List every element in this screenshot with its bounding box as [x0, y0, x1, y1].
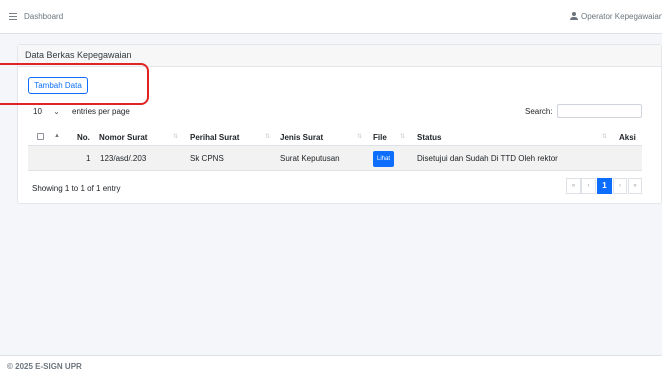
add-data-button[interactable]: Tambah Data	[28, 77, 88, 94]
sort-icon[interactable]: ⇅	[400, 133, 405, 140]
search-input[interactable]	[557, 104, 642, 118]
col-jenis-surat[interactable]: Jenis Surat	[280, 133, 323, 142]
footer: © 2025 E-SIGN UPR	[0, 355, 662, 376]
page-length-value: 10	[33, 107, 42, 116]
select-all-checkbox[interactable]	[37, 133, 44, 140]
col-aksi[interactable]: Aksi	[619, 133, 636, 142]
sort-icon[interactable]: ▲	[54, 133, 60, 139]
col-no[interactable]: No.	[77, 133, 90, 142]
chevron-down-icon: ⌄	[53, 107, 60, 116]
user-icon	[570, 12, 578, 20]
table-header: ▲ No. Nomor Surat ⇅ Perihal Surat ⇅ Jeni…	[28, 128, 642, 146]
cell-jenis: Surat Keputusan	[280, 154, 340, 163]
sort-icon[interactable]: ⇅	[265, 133, 270, 140]
pagination-page-1[interactable]: 1	[597, 178, 612, 194]
sort-icon[interactable]: ⇅	[357, 133, 362, 140]
col-file[interactable]: File	[373, 133, 387, 142]
search-label: Search:	[525, 107, 553, 116]
pagination-prev[interactable]: ‹	[581, 178, 596, 194]
sort-icon[interactable]: ⇅	[173, 133, 178, 140]
top-navbar: Dashboard Operator Kepegawaian	[0, 0, 662, 34]
table-row: 1 123/asd/.203 Sk CPNS Surat Keputusan L…	[28, 146, 642, 171]
user-menu[interactable]: Operator Kepegawaian	[570, 12, 662, 21]
page-length-select[interactable]: 10 ⌄	[33, 107, 60, 116]
col-nomor-surat[interactable]: Nomor Surat	[99, 133, 147, 142]
pagination-next[interactable]: ›	[613, 178, 627, 194]
pagination-info: Showing 1 to 1 of 1 entry	[32, 184, 121, 193]
view-file-button[interactable]: Lihat	[373, 151, 394, 167]
user-name: Operator Kepegawaian	[581, 12, 662, 21]
page-title: Data Berkas Kepegawaian	[25, 50, 132, 60]
hamburger-icon[interactable]	[9, 13, 17, 20]
cell-no: 1	[86, 154, 91, 163]
cell-perihal: Sk CPNS	[190, 154, 224, 163]
col-perihal-surat[interactable]: Perihal Surat	[190, 133, 239, 142]
pagination-first[interactable]: «	[566, 178, 581, 194]
sort-icon[interactable]: ⇅	[602, 133, 607, 140]
cell-nomor-surat: 123/asd/.203	[100, 154, 147, 163]
pagination-last[interactable]: »	[628, 178, 642, 194]
page-length-label: entries per page	[72, 107, 130, 116]
col-status[interactable]: Status	[417, 133, 441, 142]
footer-copyright: © 2025 E-SIGN UPR	[7, 362, 82, 371]
breadcrumb[interactable]: Dashboard	[24, 12, 63, 21]
cell-status: Disetujui dan Sudah Di TTD Oleh rektor	[417, 154, 558, 163]
